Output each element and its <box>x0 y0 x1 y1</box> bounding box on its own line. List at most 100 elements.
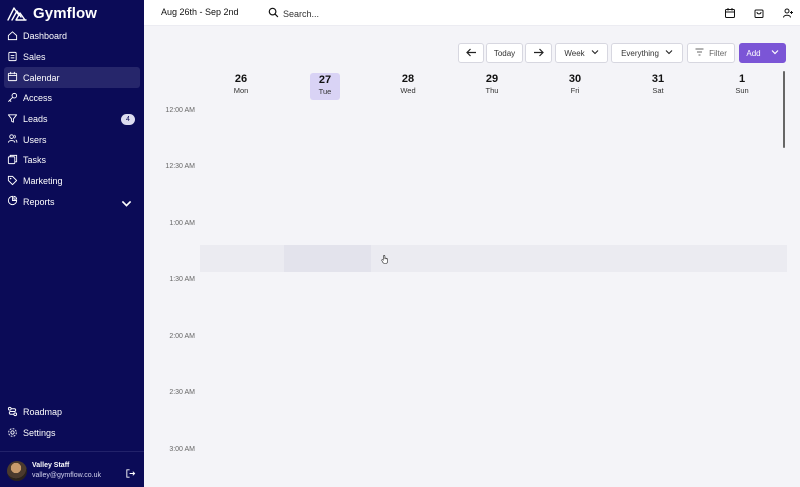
user-name: Valley Staff <box>32 462 70 469</box>
sidebar-item-label: Settings <box>23 428 56 439</box>
sidebar-item-settings[interactable]: Settings <box>4 423 140 444</box>
chevron-down-icon <box>665 48 673 58</box>
day-of-week: Mon <box>233 86 249 95</box>
day-number: 31 <box>651 73 665 85</box>
arrow-left-icon <box>465 48 477 59</box>
day-header-fri[interactable]: 30 Fri <box>560 73 590 96</box>
sidebar-item-label: Tasks <box>23 155 47 166</box>
hovered-time-slot-cell[interactable] <box>284 245 371 272</box>
view-select[interactable]: Week <box>555 43 608 63</box>
calendar-icon <box>7 71 18 84</box>
day-of-week: Thu <box>485 86 499 95</box>
top-bar: Aug 26th - Sep 2nd Search... <box>144 0 800 26</box>
tasks-icon <box>7 154 18 167</box>
search-icon <box>268 5 279 23</box>
users-icon <box>7 133 18 146</box>
filter-icon <box>695 48 704 58</box>
scope-select-value: Everything <box>621 48 659 58</box>
key-icon <box>7 92 18 105</box>
filter-button[interactable]: Filter <box>687 43 735 63</box>
hand-cursor-icon <box>381 251 389 269</box>
day-number: 27 <box>318 74 332 86</box>
day-header-thu[interactable]: 29 Thu <box>477 73 507 96</box>
chevron-down-icon <box>771 48 779 58</box>
gymflow-logo-icon <box>7 5 27 22</box>
logout-icon[interactable] <box>125 466 136 484</box>
search-placeholder: Search... <box>283 9 320 19</box>
brand[interactable]: Gymflow <box>7 3 97 23</box>
time-label: 12:30 AM <box>165 163 195 170</box>
day-of-week: Tue <box>318 87 332 96</box>
view-select-value: Week <box>564 48 585 58</box>
day-header-sun[interactable]: 1 Sun <box>727 73 757 96</box>
chart-icon <box>7 195 18 208</box>
time-label: 3:00 AM <box>169 446 195 453</box>
sidebar: Gymflow Dashboard Sales Calendar Access … <box>0 0 144 487</box>
brand-name: Gymflow <box>33 4 98 22</box>
shopping-bag-icon[interactable] <box>753 6 765 18</box>
time-label: 1:30 AM <box>169 276 195 283</box>
sidebar-item-tasks[interactable]: Tasks <box>4 150 140 171</box>
day-of-week: Wed <box>400 86 416 95</box>
next-week-button[interactable] <box>525 43 552 63</box>
sidebar-item-label: Roadmap <box>23 407 63 418</box>
sidebar-item-leads[interactable]: Leads 4 <box>4 109 140 130</box>
add-button[interactable]: Add <box>739 43 786 63</box>
chevron-down-icon[interactable] <box>121 198 132 211</box>
sidebar-item-marketing[interactable]: Marketing <box>4 171 140 192</box>
scope-select[interactable]: Everything <box>611 43 683 63</box>
day-number: 28 <box>401 73 415 85</box>
time-label: 1:00 AM <box>169 220 195 227</box>
funnel-icon <box>7 113 18 126</box>
day-number: 1 <box>738 73 746 85</box>
tag-icon <box>7 175 18 188</box>
user-add-icon[interactable] <box>782 6 794 18</box>
day-header-sat[interactable]: 31 Sat <box>643 73 673 96</box>
sidebar-item-dashboard[interactable]: Dashboard <box>4 26 140 47</box>
day-header-mon[interactable]: 26 Mon <box>226 73 256 96</box>
sidebar-bottom-nav: Roadmap Settings <box>0 402 144 443</box>
filter-label: Filter <box>709 48 727 58</box>
day-header-wed[interactable]: 28 Wed <box>393 73 423 96</box>
search-input[interactable]: Search... <box>268 5 319 23</box>
avatar[interactable] <box>7 461 27 481</box>
sidebar-item-users[interactable]: Users <box>4 129 140 150</box>
user-email: valley@gymflow.co.uk <box>32 472 101 479</box>
sidebar-item-label: Access <box>23 93 53 104</box>
gear-icon <box>7 427 18 440</box>
sidebar-nav: Dashboard Sales Calendar Access Leads 4 … <box>0 26 144 212</box>
sidebar-item-label: Sales <box>23 52 46 63</box>
day-of-week: Sun <box>735 86 749 95</box>
time-label: 2:00 AM <box>169 333 195 340</box>
prev-week-button[interactable] <box>458 43 484 63</box>
time-label: 2:30 AM <box>169 389 195 396</box>
sidebar-item-reports[interactable]: Reports <box>4 192 140 213</box>
sidebar-item-label: Users <box>23 134 47 145</box>
receipt-icon <box>7 51 18 64</box>
add-label: Add <box>746 48 761 58</box>
leads-count-badge: 4 <box>121 113 135 125</box>
sidebar-item-label: Leads <box>23 114 48 125</box>
day-number: 29 <box>485 73 499 85</box>
week-calendar: 26 Mon 27 Tue 28 Wed 29 Thu 30 Fri 31 Sa… <box>144 64 800 487</box>
calendar-scrollbar[interactable] <box>783 71 785 148</box>
home-icon <box>7 30 18 43</box>
calendar-icon[interactable] <box>724 6 736 18</box>
sidebar-item-sales[interactable]: Sales <box>4 47 140 68</box>
user-profile: Valley Staff valley@gymflow.co.uk <box>0 451 144 487</box>
sidebar-item-label: Calendar <box>23 72 60 83</box>
sidebar-item-label: Reports <box>23 196 55 207</box>
sidebar-item-calendar[interactable]: Calendar <box>4 67 140 89</box>
day-header-tue[interactable]: 27 Tue <box>310 73 340 100</box>
day-of-week: Sat <box>652 86 664 95</box>
chevron-down-icon <box>591 48 599 58</box>
sidebar-item-access[interactable]: Access <box>4 88 140 109</box>
sidebar-item-label: Dashboard <box>23 31 68 42</box>
today-button[interactable]: Today <box>486 43 523 63</box>
sidebar-item-roadmap[interactable]: Roadmap <box>4 402 140 423</box>
day-number: 26 <box>234 73 248 85</box>
date-range: Aug 26th - Sep 2nd <box>161 7 239 17</box>
time-label: 12:00 AM <box>165 107 195 114</box>
roadmap-icon <box>7 406 18 419</box>
arrow-right-icon <box>533 48 544 59</box>
